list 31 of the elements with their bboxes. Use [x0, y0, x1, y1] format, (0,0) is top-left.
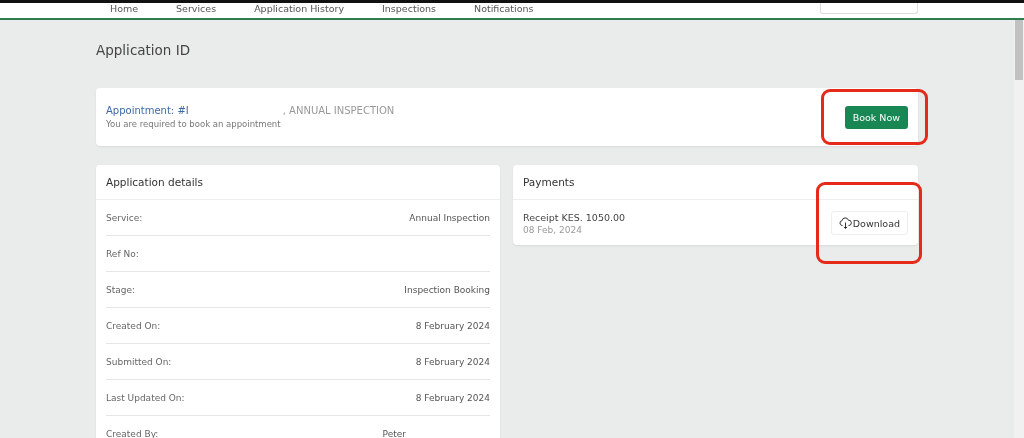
field-label: Created On: [106, 320, 161, 331]
card-title: Payments [513, 165, 918, 200]
appointment-label: Appointment: #I [106, 105, 189, 116]
nav-link[interactable]: Application History [254, 3, 345, 18]
nav-link[interactable]: Notifications [474, 3, 534, 18]
field-label: Service: [106, 212, 143, 223]
field-value: Peter [382, 428, 406, 438]
field-value: 8 February 2024 [415, 356, 490, 367]
field-value: Annual Inspection [409, 212, 490, 223]
field-value: Inspection Booking [404, 284, 490, 295]
field-label: Stage: [106, 284, 136, 295]
nav-link[interactable]: Inspections [382, 3, 437, 18]
nav-link[interactable]: Home [110, 3, 139, 18]
cloud-download-icon [838, 217, 852, 229]
page-title: Application ID [96, 42, 192, 58]
nav-field[interactable] [820, 3, 918, 14]
nav-link[interactable]: Services [176, 3, 217, 18]
scrollbar[interactable] [1014, 20, 1024, 438]
download-button[interactable]: Download [830, 211, 908, 235]
inspection-type: , ANNUAL INSPECTION [282, 105, 395, 116]
field-label: Submitted On: [106, 356, 172, 367]
field-label: Ref No: [106, 248, 139, 259]
card-title: Application details [96, 165, 500, 200]
field-value: 8 February 2024 [415, 320, 490, 331]
receipt-date: 08 Feb, 2024 [523, 224, 583, 235]
book-now-button[interactable]: Book Now [844, 105, 908, 129]
field-label: Last Updated On: [106, 392, 185, 403]
appointment-note: You are required to book an appointment [106, 119, 282, 129]
field-value: 8 February 2024 [415, 392, 490, 403]
receipt-label: Receipt KES. 1050.00 [523, 211, 626, 223]
field-label: Created By: [106, 428, 159, 438]
